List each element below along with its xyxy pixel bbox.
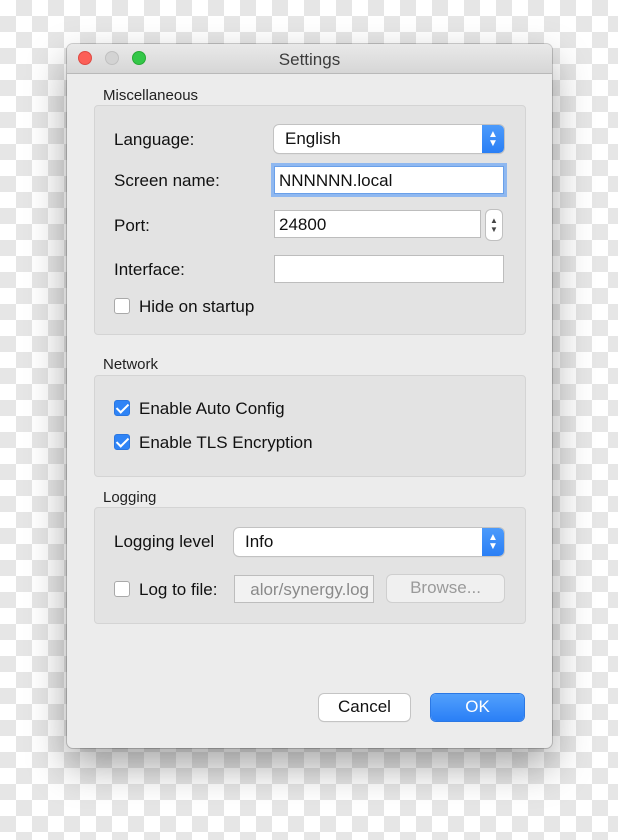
log-to-file-checkbox[interactable] xyxy=(114,581,130,597)
language-label: Language: xyxy=(114,130,195,149)
port-label: Port: xyxy=(114,216,150,235)
misc-group-label: Miscellaneous xyxy=(103,87,199,104)
screen-name-input[interactable]: NNNNNN.local xyxy=(274,166,504,194)
logging-level-value: Info xyxy=(245,532,274,551)
network-group-box xyxy=(94,375,526,477)
logging-level-label: Logging level xyxy=(114,532,215,551)
window-title: Settings xyxy=(278,50,341,69)
browse-button[interactable]: Browse... xyxy=(387,575,504,602)
select-arrows-icon: ▲ ▼ xyxy=(482,528,504,556)
port-input[interactable]: 24800 xyxy=(274,210,481,238)
screen-name-label: Screen name: xyxy=(114,171,220,190)
logging-group-label: Logging xyxy=(103,489,157,506)
logging-level-select[interactable]: Info ▲ ▼ xyxy=(234,528,504,556)
auto-config-checkbox[interactable] xyxy=(114,400,130,416)
interface-label: Interface: xyxy=(114,260,185,279)
log-to-file-label[interactable]: Log to file: xyxy=(139,580,217,600)
network-group-label: Network xyxy=(103,356,159,373)
tls-encryption-label[interactable]: Enable TLS Encryption xyxy=(139,433,313,453)
title-bar[interactable]: Settings xyxy=(67,44,552,74)
hide-on-startup-label[interactable]: Hide on startup xyxy=(139,297,254,317)
logging-group-box xyxy=(94,507,526,624)
select-arrows-icon: ▲ ▼ xyxy=(482,125,504,153)
interface-input[interactable] xyxy=(274,255,504,283)
settings-window: Settings Miscellaneous Language: English… xyxy=(67,44,552,748)
cancel-button[interactable]: Cancel xyxy=(319,694,410,721)
auto-config-label[interactable]: Enable Auto Config xyxy=(139,399,285,419)
language-select[interactable]: English ▲ ▼ xyxy=(274,125,504,153)
log-file-path-input[interactable]: alor/synergy.log xyxy=(234,575,374,603)
tls-encryption-checkbox[interactable] xyxy=(114,434,130,450)
language-value: English xyxy=(285,129,341,148)
hide-on-startup-checkbox[interactable] xyxy=(114,298,130,314)
ok-button[interactable]: OK xyxy=(431,694,524,721)
port-stepper-icon[interactable]: ▲ ▼ xyxy=(486,210,502,240)
